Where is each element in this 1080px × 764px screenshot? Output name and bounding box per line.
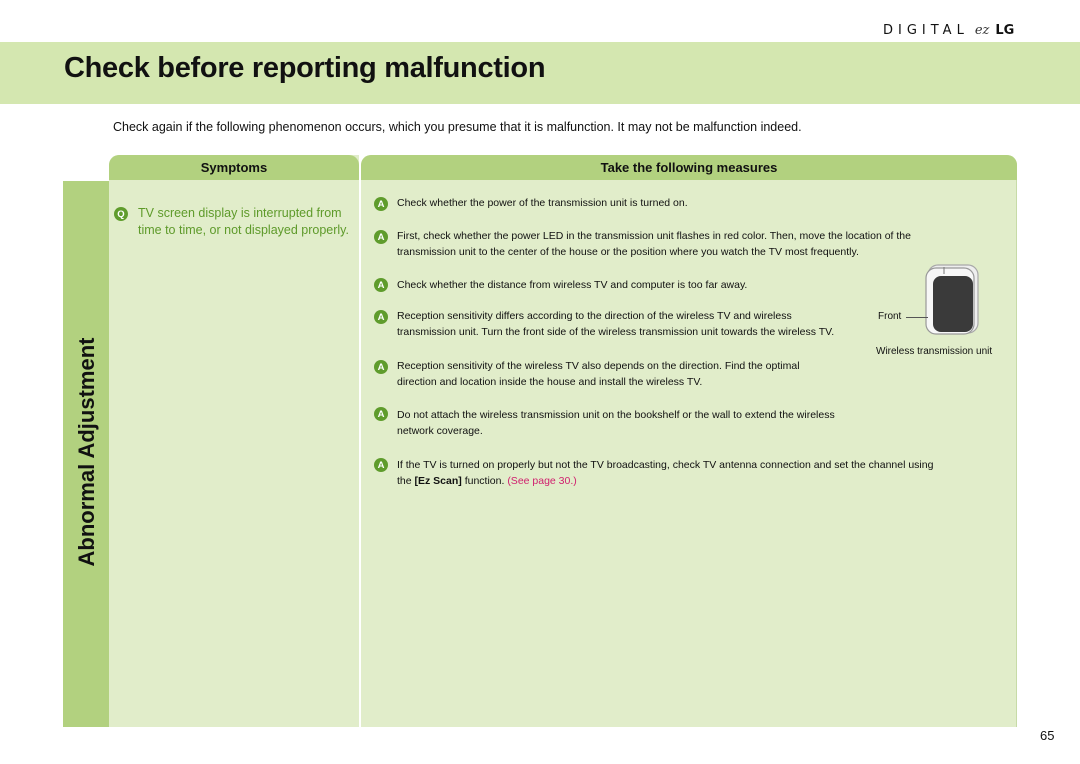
answer-badge: A [374,230,388,244]
front-label: Front [878,311,902,322]
symptoms-header: Symptoms [109,155,359,180]
brand-lg: LG [995,22,1015,38]
front-pointer-line [906,317,928,318]
measure-line: transmission unit to the center of the h… [397,246,859,258]
answer-badge: A [374,458,388,472]
ez-scan-label: [Ez Scan] [414,475,462,487]
page-title: Check before reporting malfunction [64,52,546,84]
intro-text: Check again if the following phenomenon … [113,120,802,134]
measure-line: Reception sensitivity of the wireless TV… [397,360,800,372]
answer-badge: A [374,407,388,421]
measure-line: First, check whether the power LED in th… [397,230,911,242]
measure-item: Reception sensitivity differs according … [397,308,834,340]
brand-logo: DIGITAL ez LG [883,20,1014,40]
question-badge: Q [114,207,128,221]
figure-caption: Wireless transmission unit [876,346,993,357]
answer-badge: A [374,310,388,324]
page-number: 65 [1040,728,1055,743]
answer-badge: A [374,197,388,211]
measure-line: Check whether the distance from wireless… [397,279,748,291]
text-span: function. [461,475,508,487]
wireless-transmission-unit-icon [924,264,980,336]
measure-line: transmission unit. Turn the front side o… [397,326,835,338]
symptoms-column [109,155,359,727]
measure-item: If the TV is turned on properly but not … [397,457,933,489]
measure-item: First, check whether the power LED in th… [397,228,911,260]
measure-line: If the TV is turned on properly but not … [397,459,934,471]
measure-item: Check whether the power of the transmiss… [397,195,688,211]
measure-item: Check whether the distance from wireless… [397,277,747,293]
measure-line: Check whether the power of the transmiss… [397,197,688,209]
see-page-link[interactable]: (See page 30.) [507,475,576,487]
brand-digital: DIGITAL [883,22,969,38]
measure-line: network coverage. [397,425,483,437]
measure-item: Do not attach the wireless transmission … [397,407,835,439]
symptom-text: TV screen display is interrupted from ti… [138,206,349,237]
measure-line: the [Ez Scan] function. (See page 30.) [397,473,933,489]
measure-line: direction and location inside the house … [397,376,703,388]
measure-line: Do not attach the wireless transmission … [397,409,835,421]
text-span: the [397,475,415,487]
section-title: Abnormal Adjustment [74,337,99,567]
answer-badge: A [374,278,388,292]
measure-line: Reception sensitivity differs according … [397,310,792,322]
brand-ez: ez [974,22,990,38]
answer-badge: A [374,360,388,374]
measure-item: Reception sensitivity of the wireless TV… [397,358,800,390]
measures-header: Take the following measures [361,155,1017,180]
